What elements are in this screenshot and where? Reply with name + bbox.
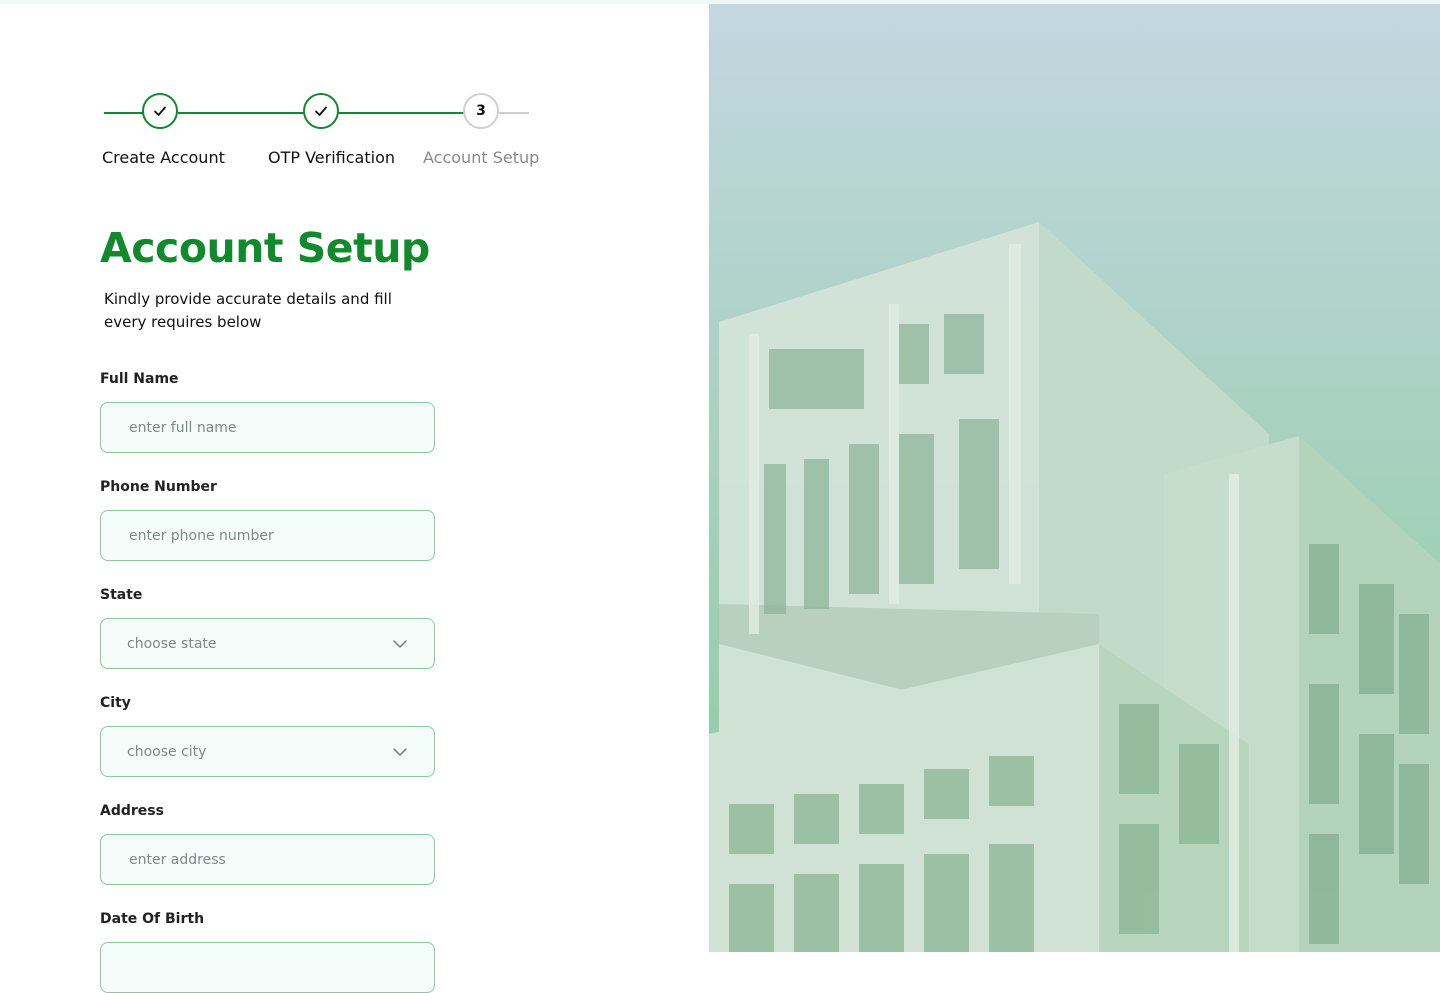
- chevron-down-icon: [393, 747, 407, 756]
- state-select[interactable]: choose state: [100, 618, 435, 669]
- check-icon: [154, 106, 166, 116]
- step-1-indicator: [142, 93, 178, 129]
- step-2-indicator: [303, 93, 339, 129]
- stepper-connector: [104, 112, 144, 114]
- building-image: [709, 222, 1440, 952]
- full-name-label: Full Name: [100, 371, 179, 387]
- stepper-connector: [338, 112, 464, 114]
- progress-stepper: 3 Create Account OTP Verification Accoun…: [0, 4, 709, 204]
- stepper-connector: [498, 112, 529, 114]
- address-input[interactable]: [127, 850, 408, 869]
- phone-number-input[interactable]: [127, 526, 408, 545]
- address-field: [100, 834, 435, 885]
- date-of-birth-input[interactable]: [127, 958, 408, 977]
- date-of-birth-label: Date Of Birth: [100, 911, 205, 927]
- state-select-placeholder: choose state: [127, 635, 217, 652]
- full-name-field: [100, 402, 435, 453]
- stepper-connector: [178, 112, 304, 114]
- city-label: City: [100, 695, 131, 711]
- phone-number-label: Phone Number: [100, 479, 217, 495]
- form-panel: 3 Create Account OTP Verification Accoun…: [0, 4, 709, 993]
- step-3-label: Account Setup: [423, 148, 540, 167]
- page-subtitle: Kindly provide accurate details and fill…: [104, 290, 392, 331]
- full-name-input[interactable]: [127, 418, 408, 437]
- chevron-down-icon: [393, 639, 407, 648]
- step-2-label: OTP Verification: [268, 148, 395, 167]
- date-of-birth-field: [100, 942, 435, 993]
- check-icon: [315, 106, 327, 116]
- step-1-label: Create Account: [102, 148, 225, 167]
- step-3-number: 3: [476, 103, 486, 119]
- city-select[interactable]: choose city: [100, 726, 435, 777]
- city-select-placeholder: choose city: [127, 743, 207, 760]
- phone-number-field: [100, 510, 435, 561]
- page-title: Account Setup: [100, 224, 430, 272]
- address-label: Address: [100, 803, 164, 819]
- hero-panel: [709, 4, 1440, 952]
- step-3-indicator: 3: [463, 93, 499, 129]
- state-label: State: [100, 587, 143, 603]
